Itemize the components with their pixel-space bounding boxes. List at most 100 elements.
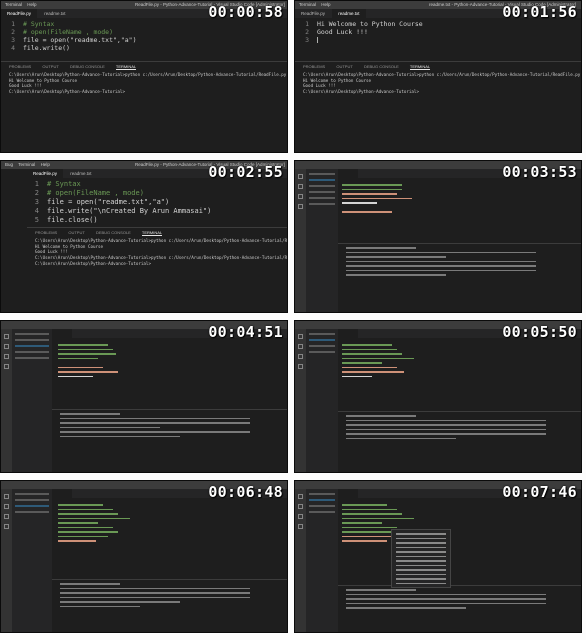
thumbnail-5[interactable]: 00:04:51 — [0, 320, 288, 473]
tab-readfile[interactable] — [52, 489, 72, 498]
extensions-icon[interactable] — [298, 204, 303, 209]
tab-output[interactable]: OUTPUT — [68, 230, 84, 235]
menu-terminal[interactable]: Terminal — [5, 2, 22, 7]
panel-tabs: PROBLEMS OUTPUT DEBUG CONSOLE TERMINAL — [295, 62, 581, 70]
thumbnail-4[interactable]: 00:03:53 — [294, 160, 582, 313]
bottom-panel — [52, 579, 287, 632]
code-editor[interactable] — [338, 498, 581, 561]
code-line-1: 1 Hi Welcome to Python Course — [305, 20, 423, 28]
menu-help[interactable]: Help — [321, 2, 330, 7]
tab-readme[interactable] — [359, 489, 379, 498]
code-editor[interactable] — [52, 338, 287, 401]
timestamp: 00:01:56 — [502, 3, 577, 21]
bottom-panel — [338, 585, 581, 632]
tab-readme[interactable]: readme.txt — [64, 169, 97, 178]
tab-readfile[interactable] — [338, 489, 358, 498]
code-editor[interactable] — [338, 338, 581, 401]
code-line-3: 3 file = open("readme.txt","a") — [11, 36, 137, 44]
bottom-panel: PROBLEMS OUTPUT DEBUG CONSOLE TERMINAL C… — [27, 227, 287, 312]
tab-readme[interactable]: readme.txt — [332, 9, 366, 18]
menu-help[interactable]: Help — [41, 162, 50, 167]
bottom-panel — [338, 243, 581, 312]
terminal-output[interactable]: C:\Users\Arun\Desktop\Python-Advance-Tut… — [27, 235, 287, 269]
thumbnail-8[interactable]: 00:07:46 — [294, 480, 582, 633]
explorer-icon[interactable] — [4, 494, 9, 499]
menu-terminal[interactable]: Terminal — [18, 162, 35, 167]
thumbnail-2[interactable]: 00:01:56 Terminal Help readme.txt - Pyth… — [294, 0, 582, 153]
thumbnail-7[interactable]: 00:06:48 — [0, 480, 288, 633]
thumbnail-6[interactable]: 00:05:50 — [294, 320, 582, 473]
tab-debug-console[interactable]: DEBUG CONSOLE — [70, 64, 105, 69]
tab-output[interactable]: OUTPUT — [336, 64, 352, 69]
code-line-1: 1 # Syntax — [34, 180, 81, 188]
extensions-icon[interactable] — [298, 524, 303, 529]
tab-readfile[interactable]: ReadFile.py — [27, 169, 64, 178]
code-line-2: 2 Good Luck !!! — [305, 28, 368, 36]
terminal-output[interactable]: C:\Users\Arun\Desktop\Python-Advance-Tut… — [295, 69, 581, 98]
timestamp: 00:06:48 — [208, 483, 283, 501]
search-icon[interactable] — [4, 344, 9, 349]
extensions-icon[interactable] — [4, 364, 9, 369]
tab-readfile[interactable] — [52, 329, 72, 338]
tab-debug-console[interactable]: DEBUG CONSOLE — [96, 230, 131, 235]
tab-problems[interactable]: PROBLEMS — [35, 230, 57, 235]
tab-readme[interactable] — [359, 329, 379, 338]
tab-readme[interactable] — [359, 169, 379, 178]
bottom-panel: PROBLEMS OUTPUT DEBUG CONSOLE TERMINAL C… — [295, 61, 581, 152]
menu-bug[interactable]: Bug — [5, 162, 13, 167]
search-icon[interactable] — [4, 504, 9, 509]
tab-readfile[interactable] — [338, 329, 358, 338]
panel-tabs: PROBLEMS OUTPUT DEBUG CONSOLE TERMINAL — [1, 62, 287, 70]
panel-tabs: PROBLEMS OUTPUT DEBUG CONSOLE TERMINAL — [27, 228, 287, 236]
explorer-icon[interactable] — [4, 334, 9, 339]
search-icon[interactable] — [298, 184, 303, 189]
tab-problems[interactable]: PROBLEMS — [9, 64, 31, 69]
code-line-2: 2 # open(FileName , mode) — [11, 28, 114, 36]
menu-help[interactable]: Help — [27, 2, 36, 7]
code-editor[interactable] — [338, 178, 581, 241]
tab-debug-console[interactable]: DEBUG CONSOLE — [364, 64, 399, 69]
code-line-1: 1 # Syntax — [11, 20, 55, 28]
activity-bar — [295, 329, 306, 472]
menu-terminal[interactable]: Terminal — [299, 2, 316, 7]
explorer-icon[interactable] — [298, 334, 303, 339]
source-control-icon[interactable] — [298, 354, 303, 359]
timestamp: 00:05:50 — [502, 323, 577, 341]
activity-bar — [1, 329, 12, 472]
tab-output[interactable]: OUTPUT — [42, 64, 58, 69]
tab-readfile[interactable]: ReadFile.py — [1, 9, 38, 18]
explorer-icon[interactable] — [298, 494, 303, 499]
code-line-4: 4 file.write("\nCreated By Arun Ammasai") — [34, 207, 212, 215]
code-line-5: 5 file.close() — [34, 216, 98, 224]
code-editor[interactable] — [52, 498, 287, 561]
thumbnail-1[interactable]: 00:00:58 Terminal Help ReadFile.py - Pyt… — [0, 0, 288, 153]
code-line-3: 3 — [295, 36, 581, 44]
video-thumbnail-grid: 00:00:58 Terminal Help ReadFile.py - Pyt… — [0, 0, 586, 640]
tab-terminal[interactable]: TERMINAL — [409, 64, 431, 70]
tab-readme[interactable]: readme.txt — [38, 9, 71, 18]
extensions-icon[interactable] — [4, 524, 9, 529]
bottom-panel — [52, 409, 287, 472]
tab-terminal[interactable]: TERMINAL — [141, 230, 163, 236]
context-menu[interactable] — [391, 529, 451, 588]
tab-readfile[interactable] — [338, 169, 358, 178]
timestamp: 00:07:46 — [502, 483, 577, 501]
source-control-icon[interactable] — [4, 354, 9, 359]
search-icon[interactable] — [298, 504, 303, 509]
source-control-icon[interactable] — [298, 514, 303, 519]
source-control-icon[interactable] — [4, 514, 9, 519]
timestamp: 00:00:58 — [208, 3, 283, 21]
search-icon[interactable] — [298, 344, 303, 349]
explorer-icon[interactable] — [298, 174, 303, 179]
explorer-sidebar — [306, 329, 338, 472]
tab-readfile[interactable]: ReadFile.py — [295, 9, 331, 18]
explorer-sidebar — [12, 489, 52, 632]
tab-problems[interactable]: PROBLEMS — [303, 64, 325, 69]
source-control-icon[interactable] — [298, 194, 303, 199]
tab-terminal[interactable]: TERMINAL — [115, 64, 137, 70]
activity-bar — [1, 489, 12, 632]
terminal-output[interactable]: C:\Users\Arun\Desktop\Python-Advance-Tut… — [1, 69, 287, 98]
extensions-icon[interactable] — [298, 364, 303, 369]
code-line-3: 3 file = open("readme.txt","a") — [34, 198, 170, 206]
thumbnail-3[interactable]: 00:02:55 Bug Terminal Help ReadFile.py -… — [0, 160, 288, 313]
